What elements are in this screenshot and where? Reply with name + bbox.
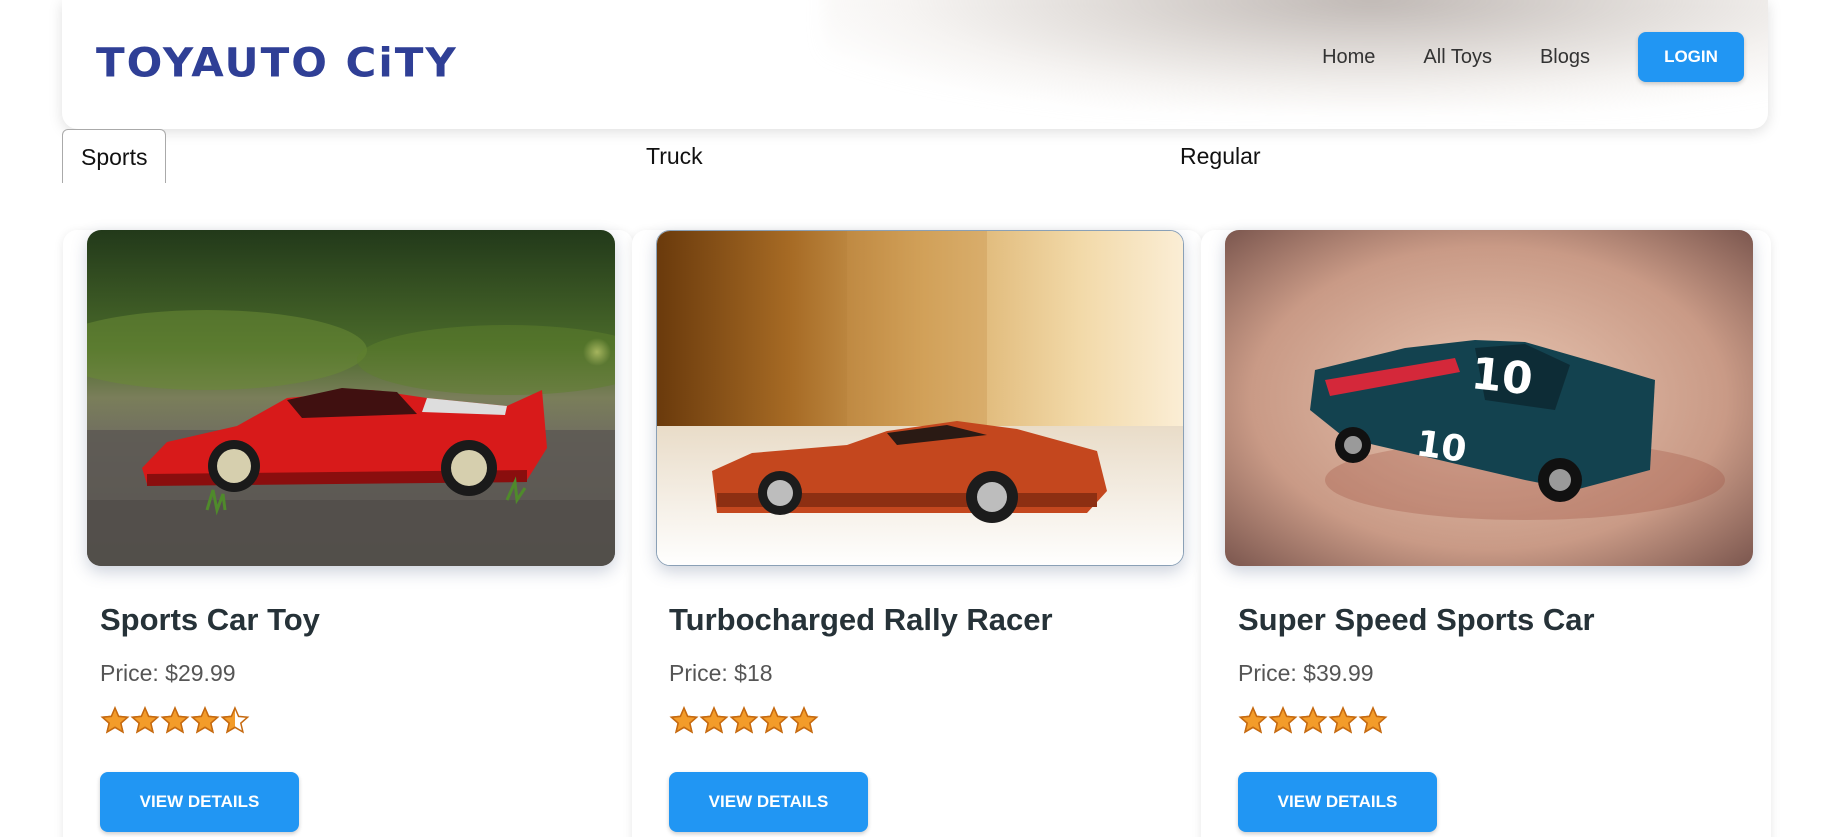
star-full-icon: [160, 706, 190, 734]
tab-sports[interactable]: Sports: [62, 129, 167, 183]
star-full-icon: [669, 706, 699, 734]
star-full-icon: [729, 706, 759, 734]
nav-link-home[interactable]: Home: [1322, 32, 1375, 82]
product-price: Price: $39.99: [1238, 660, 1374, 686]
view-details-button[interactable]: VIEW DETAILS: [669, 772, 868, 832]
red-sports-car-image: [87, 230, 615, 566]
brand-logo[interactable]: TOYAUTO CiTY: [96, 39, 458, 86]
product-title: Super Speed Sports Car: [1238, 602, 1595, 637]
star-full-icon: [759, 706, 789, 734]
star-full-icon: [1238, 706, 1268, 734]
category-tabs: Sports Truck Regular: [62, 129, 1768, 183]
product-card: Turbocharged Rally Racer Price: $18 VIEW…: [632, 230, 1202, 837]
star-full-icon: [100, 706, 130, 734]
star-full-icon: [789, 706, 819, 734]
star-full-icon: [1328, 706, 1358, 734]
product-image: 10 10: [1225, 230, 1753, 566]
nav-links: Home All Toys Blogs LOGIN: [1322, 32, 1744, 82]
view-details-button[interactable]: VIEW DETAILS: [100, 772, 299, 832]
star-full-icon: [1268, 706, 1298, 734]
star-full-icon: [1358, 706, 1388, 734]
svg-text:10: 10: [1469, 348, 1535, 405]
view-details-button[interactable]: VIEW DETAILS: [1238, 772, 1437, 832]
star-full-icon: [1298, 706, 1328, 734]
star-full-icon: [130, 706, 160, 734]
tab-truck[interactable]: Truck: [646, 129, 703, 183]
nav-link-all-toys[interactable]: All Toys: [1423, 32, 1492, 82]
svg-text:10: 10: [1414, 423, 1469, 471]
star-rating: [100, 706, 250, 736]
star-rating: [669, 706, 819, 736]
product-title: Sports Car Toy: [100, 602, 320, 637]
product-card: 10 10 Super Speed Sports Car Price: $39.…: [1201, 230, 1771, 837]
product-image: [87, 230, 615, 566]
star-rating: [1238, 706, 1388, 736]
orange-muscle-car-image: [657, 231, 1183, 565]
product-price: Price: $29.99: [100, 660, 236, 686]
navbar: TOYAUTO CiTY Home All Toys Blogs LOGIN: [62, 0, 1768, 129]
product-card: Sports Car Toy Price: $29.99 VIEW DETAIL…: [63, 230, 633, 837]
nav-link-blogs[interactable]: Blogs: [1540, 32, 1590, 82]
star-half-icon: [220, 706, 250, 734]
login-button[interactable]: LOGIN: [1638, 32, 1744, 82]
product-title: Turbocharged Rally Racer: [669, 602, 1053, 637]
blue-race-car-image: 10 10: [1225, 230, 1753, 566]
tab-regular[interactable]: Regular: [1180, 129, 1261, 183]
product-price: Price: $18: [669, 660, 773, 686]
star-full-icon: [190, 706, 220, 734]
product-image: [656, 230, 1184, 566]
star-full-icon: [699, 706, 729, 734]
